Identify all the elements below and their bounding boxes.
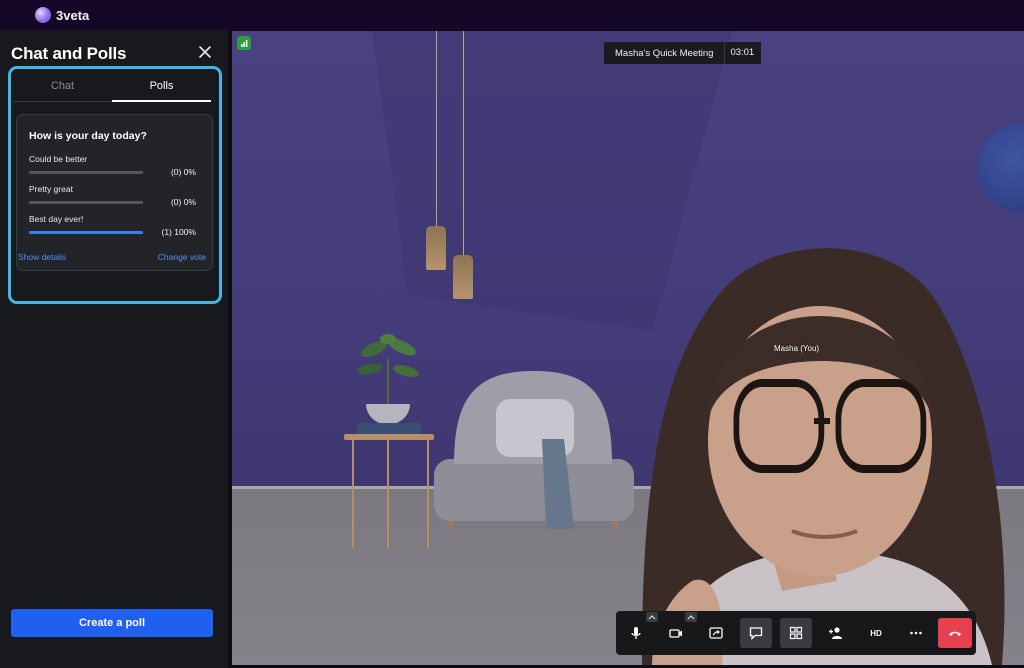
- share-screen-icon: [709, 627, 723, 639]
- video-stage: Masha (You) Masha's Quick Meeting 03:01: [232, 31, 1024, 665]
- lamp-cord: [463, 31, 464, 257]
- camera-button[interactable]: [660, 618, 692, 648]
- poll-option-label[interactable]: Best day ever!: [29, 214, 83, 224]
- poll-option-bar: [29, 201, 143, 204]
- end-call-button[interactable]: [938, 618, 972, 648]
- hd-quality-button[interactable]: HD: [860, 618, 892, 648]
- plant-illustration: [357, 334, 419, 407]
- chevron-up-icon: [648, 615, 656, 620]
- table-leg: [427, 440, 429, 548]
- show-details-link[interactable]: Show details: [18, 252, 66, 262]
- book-stack: [357, 423, 421, 434]
- meeting-timer: 03:01: [724, 42, 761, 64]
- logo[interactable]: 3veta: [35, 7, 89, 23]
- camera-icon: [669, 629, 682, 638]
- poll-option-fill: [29, 231, 143, 234]
- chevron-up-icon: [687, 615, 695, 620]
- poll-card: How is your day today? Could be better (…: [16, 114, 213, 271]
- add-user-icon: [829, 627, 842, 639]
- poll-option-label[interactable]: Pretty great: [29, 184, 73, 194]
- hang-up-icon: [949, 631, 961, 636]
- call-controls-bar: HD: [616, 611, 976, 655]
- lamp-cord: [436, 31, 437, 229]
- chat-polls-panel: Chat and Polls Chat Polls How is your da…: [0, 30, 228, 668]
- more-icon: [910, 631, 922, 635]
- poll-question: How is your day today?: [29, 130, 147, 142]
- poll-option-bar: [29, 171, 143, 174]
- poll-option-bar: [29, 231, 143, 234]
- microphone-icon: [631, 627, 641, 639]
- tab-chat[interactable]: Chat: [13, 72, 112, 102]
- poll-option-result: (1) 100%: [161, 227, 197, 237]
- grid-view-button[interactable]: [780, 618, 812, 648]
- poll-option-label[interactable]: Could be better: [29, 154, 87, 164]
- pendant-lamp: [453, 255, 473, 299]
- poll-option-result: (0) 0%: [170, 197, 196, 207]
- close-icon: [199, 46, 211, 58]
- side-table: [344, 434, 434, 440]
- participant-video: [642, 248, 1005, 665]
- connection-signal-icon: [237, 36, 251, 50]
- brand-name: 3veta: [56, 7, 90, 23]
- meeting-info: Masha's Quick Meeting 03:01: [604, 42, 762, 64]
- change-vote-link[interactable]: Change vote: [158, 252, 206, 262]
- add-participant-button[interactable]: [820, 618, 852, 648]
- close-panel-button[interactable]: [198, 45, 212, 59]
- create-poll-button[interactable]: Create a poll: [11, 609, 213, 637]
- microphone-button[interactable]: [620, 618, 652, 648]
- top-bar: 3veta: [0, 0, 1024, 30]
- chat-panel-button[interactable]: [740, 618, 772, 648]
- participant-name-tag: Masha (You): [774, 344, 820, 353]
- chat-icon: [749, 627, 763, 640]
- tab-polls[interactable]: Polls: [112, 72, 211, 102]
- camera-options-button[interactable]: [685, 612, 697, 622]
- poll-option-result: (0) 0%: [170, 167, 196, 177]
- table-leg: [352, 440, 354, 548]
- pendant-lamp: [426, 226, 446, 270]
- more-options-button[interactable]: [900, 618, 932, 648]
- grid-icon: [789, 626, 803, 640]
- share-screen-button[interactable]: [700, 618, 732, 648]
- table-leg: [387, 440, 389, 548]
- panel-tabs: Chat Polls: [13, 72, 224, 102]
- logo-icon: [35, 7, 51, 23]
- meeting-title: Masha's Quick Meeting: [615, 47, 714, 59]
- hd-label: HD: [870, 628, 882, 638]
- panel-title: Chat and Polls: [11, 44, 127, 63]
- microphone-options-button[interactable]: [646, 612, 658, 622]
